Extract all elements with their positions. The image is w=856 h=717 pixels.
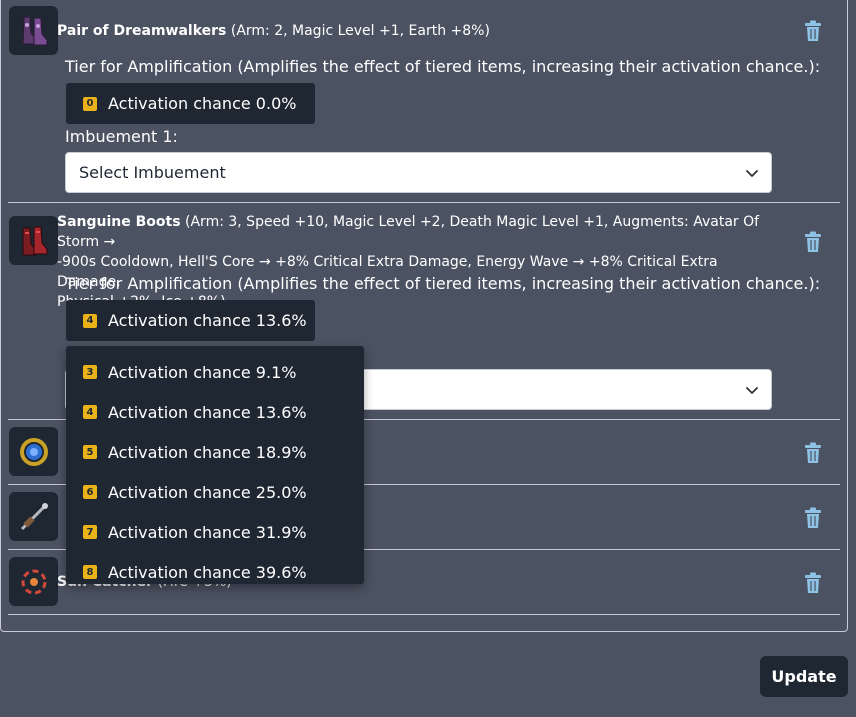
trash-icon[interactable] [803,442,823,464]
chevron-down-icon [746,387,758,394]
dreamwalkers-boots-icon [9,6,58,55]
trash-icon[interactable] [803,572,823,594]
tier-badge: 6 [83,485,97,499]
option-label: Activation chance 39.6% [108,562,307,582]
option-label: Activation chance 13.6% [108,402,307,422]
option-label: Activation chance 9.1% [108,362,297,382]
tier-badge: 4 [83,405,97,419]
divider [8,202,840,203]
trash-icon[interactable] [803,231,823,253]
tier-label: Tier for Amplification (Amplifies the ef… [65,274,821,293]
divider [8,614,840,615]
option-label: Activation chance 31.9% [108,522,307,542]
dropdown-option[interactable]: 7 Activation chance 31.9% [66,512,364,552]
trash-icon[interactable] [803,20,823,42]
dropdown-option[interactable]: 3 Activation chance 9.1% [66,352,364,392]
imbuement-select[interactable]: Select Imbuement [65,152,772,193]
tier-badge: 3 [83,365,97,379]
item-title: Sanguine Boots (Arm: 3, Speed +10, Magic… [57,214,760,310]
dropdown-option[interactable]: 8 Activation chance 39.6% [66,552,364,584]
dropdown-option[interactable]: 4 Activation chance 13.6% [66,392,364,432]
trash-icon[interactable] [803,507,823,529]
tier-value: Activation chance 0.0% [108,94,297,113]
imbuement-label: Imbuement 1: [65,127,178,146]
tier-label: Tier for Amplification (Amplifies the ef… [65,57,821,76]
tier-dropdown-menu: 3 Activation chance 9.1% 4 Activation ch… [66,346,364,584]
tier-badge: 7 [83,525,97,539]
chevron-down-icon [746,170,758,177]
tier-select-button[interactable]: 4 Activation chance 13.6% [66,300,315,341]
sun-catcher-icon [9,557,58,606]
dropdown-option[interactable]: 6 Activation chance 25.0% [66,472,364,512]
tier-badge: 5 [83,445,97,459]
dropdown-option[interactable]: 5 Activation chance 18.9% [66,432,364,472]
tier-badge: 0 [83,96,97,111]
tier-badge: 8 [83,565,97,579]
imbuement-select-value: Select Imbuement [79,163,226,182]
tier-badge: 4 [83,313,97,328]
tier-value: Activation chance 13.6% [108,311,307,330]
weapon-icon [9,492,58,541]
update-button[interactable]: Update [760,656,848,697]
tier-select-button[interactable]: 0 Activation chance 0.0% [66,83,315,124]
option-label: Activation chance 18.9% [108,442,307,462]
sanguine-boots-icon [9,216,58,265]
option-label: Activation chance 25.0% [108,482,307,502]
item-title: Pair of Dreamwalkers (Arm: 2, Magic Leve… [57,23,490,39]
ring-icon [9,427,58,476]
